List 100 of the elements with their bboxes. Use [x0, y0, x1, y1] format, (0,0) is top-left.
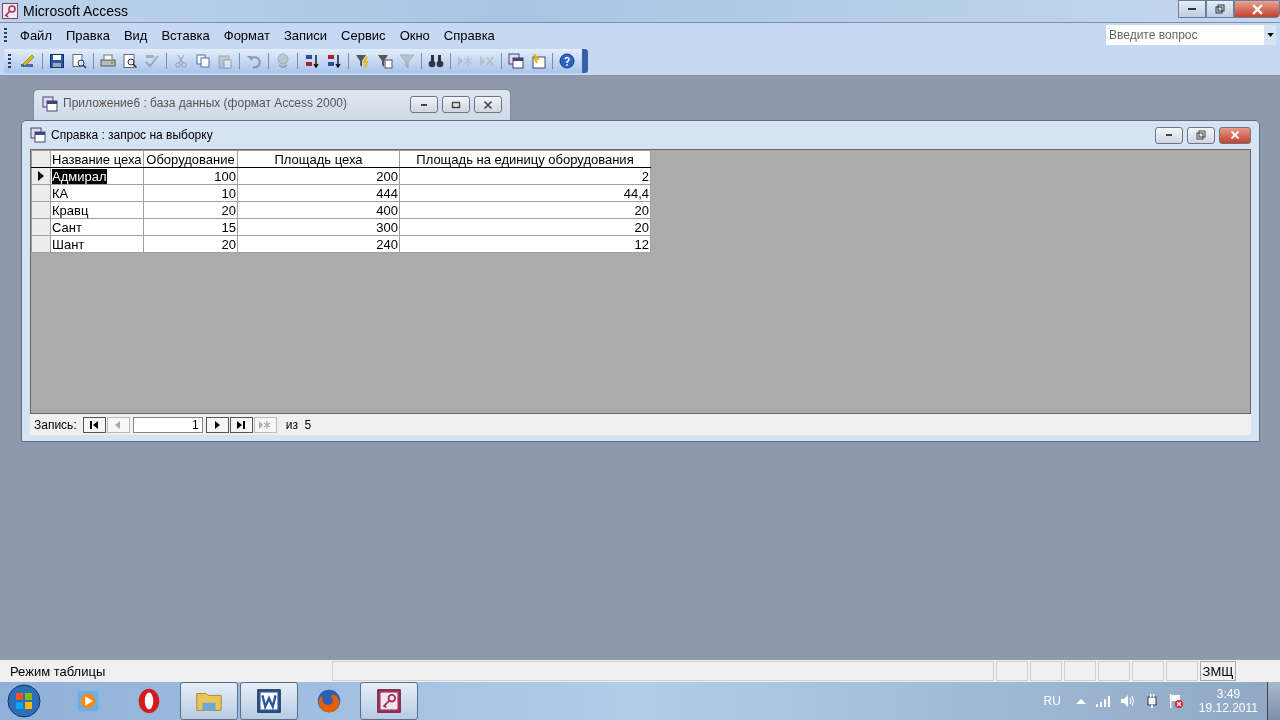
- menu-item[interactable]: Вид: [116, 27, 155, 43]
- table-cell: КА: [52, 185, 69, 201]
- windows-icon: [42, 96, 58, 112]
- table-cell: 20: [221, 202, 236, 218]
- status-pane: [1064, 661, 1096, 681]
- table-cell: Сант: [52, 219, 82, 235]
- current-row-icon: [38, 170, 44, 181]
- show-desktop-button[interactable]: [1267, 682, 1280, 720]
- window-title: Справка : запрос на выборку: [51, 128, 213, 142]
- status-pane: [996, 661, 1028, 681]
- menu-item[interactable]: Формат: [216, 27, 277, 43]
- question-field[interactable]: Введите вопрос: [1106, 25, 1264, 45]
- filter-form-icon: [377, 53, 393, 69]
- sort-descending-icon: [326, 53, 342, 69]
- status-pane: [1030, 661, 1062, 681]
- taskbar-button[interactable]: [180, 682, 238, 720]
- table-cell: 15: [221, 219, 236, 235]
- copy-icon: [195, 53, 211, 69]
- new-record-icon: [259, 419, 272, 430]
- window-title: Приложение6 : база данных (формат Access 2000): [63, 96, 347, 110]
- caret-down-icon: [1266, 33, 1274, 37]
- table-cell: 300: [376, 219, 398, 235]
- menu-item[interactable]: Сервис: [334, 27, 393, 43]
- first-record-icon: [88, 419, 101, 430]
- menu-item[interactable]: Правка: [58, 27, 117, 43]
- undo-icon: [246, 53, 262, 69]
- restore-button[interactable]: [1187, 126, 1215, 144]
- record-navigation-button[interactable]: [82, 416, 106, 433]
- column-header[interactable]: Название цеха: [50, 150, 144, 168]
- record-count: из 5: [285, 417, 312, 432]
- status-pane: [1166, 661, 1198, 681]
- record-navigation-button[interactable]: [205, 416, 229, 433]
- close-button[interactable]: [474, 96, 502, 113]
- table-cell: 20: [634, 202, 649, 218]
- taskbar-button[interactable]: [360, 682, 418, 720]
- globe-link-icon: [275, 53, 291, 69]
- minimize-icon: [1188, 8, 1196, 10]
- record-navigation-button[interactable]: [229, 416, 253, 433]
- table-cell: 44,4: [623, 185, 649, 201]
- minimize-icon: [1166, 134, 1172, 136]
- table-cell: 200: [376, 168, 398, 184]
- toolbar-button[interactable]: [505, 50, 527, 72]
- print-icon: [100, 53, 116, 69]
- table-cell: 12: [634, 236, 649, 252]
- flag-error-icon[interactable]: [1167, 693, 1184, 709]
- menu-item[interactable]: Вставка: [154, 27, 217, 43]
- record-label: Запись:: [34, 417, 77, 432]
- minimize-button[interactable]: [1155, 126, 1183, 144]
- table-cell: 240: [376, 236, 398, 252]
- status-indicator: ЗМЩ: [1200, 661, 1236, 681]
- close-icon: [483, 99, 493, 110]
- restore-button[interactable]: [1206, 0, 1234, 18]
- restore-icon: [1215, 4, 1225, 14]
- table-cell: 20: [221, 236, 236, 252]
- close-icon: [1251, 3, 1263, 15]
- pencil-ruler-icon: [20, 53, 36, 69]
- column-header[interactable]: Площадь цеха: [237, 150, 400, 168]
- four-squares-icon: [6, 683, 42, 719]
- paste-icon: [217, 53, 233, 69]
- maximize-icon: [451, 99, 461, 110]
- document-icon: [254, 686, 284, 716]
- close-button[interactable]: [1234, 0, 1280, 18]
- new-object-icon: [530, 53, 546, 69]
- close-button[interactable]: [1219, 126, 1251, 144]
- taskbar-button[interactable]: [240, 682, 298, 720]
- save-icon: [49, 53, 65, 69]
- filter-lightning-icon: [355, 53, 371, 69]
- print-preview-icon: [122, 53, 138, 69]
- delete-record-icon: [479, 53, 495, 69]
- column-header[interactable]: Оборудование: [143, 150, 238, 168]
- status-text: Режим таблицы: [10, 663, 107, 679]
- dropdown-button[interactable]: [1264, 25, 1276, 45]
- minimize-button[interactable]: [410, 96, 438, 113]
- binoculars-icon: [428, 53, 444, 69]
- table-cell: 444: [376, 185, 398, 201]
- maximize-button[interactable]: [442, 96, 470, 113]
- minimize-icon: [421, 103, 427, 106]
- menu-item[interactable]: Окно: [392, 27, 437, 43]
- status-pane: [1132, 661, 1164, 681]
- record-number-field[interactable]: 1: [132, 416, 203, 433]
- close-icon: [1230, 130, 1240, 140]
- key-icon: [374, 686, 404, 716]
- document-search-icon: [71, 53, 87, 69]
- menu-item[interactable]: Файл: [13, 27, 59, 43]
- menu-item[interactable]: Записи: [276, 27, 335, 43]
- menu-item[interactable]: Справка: [436, 27, 502, 43]
- table-cell: Шант: [52, 236, 85, 252]
- checkmark-icon: [144, 53, 160, 69]
- scissors-icon: [173, 53, 189, 69]
- key-icon: [2, 3, 18, 19]
- column-header[interactable]: Площадь на единицу оборудования: [399, 150, 651, 168]
- status-pane: [1098, 661, 1130, 681]
- new-record-icon: [457, 53, 473, 69]
- power-plug-icon[interactable]: [1144, 693, 1159, 709]
- table-cell: 20: [634, 219, 649, 235]
- minimize-button[interactable]: [1178, 0, 1206, 18]
- window-title: Microsoft Access: [23, 3, 129, 19]
- sort-ascending-icon: [304, 53, 320, 69]
- toolbar-button[interactable]: [556, 50, 578, 72]
- filter-icon: [399, 53, 415, 69]
